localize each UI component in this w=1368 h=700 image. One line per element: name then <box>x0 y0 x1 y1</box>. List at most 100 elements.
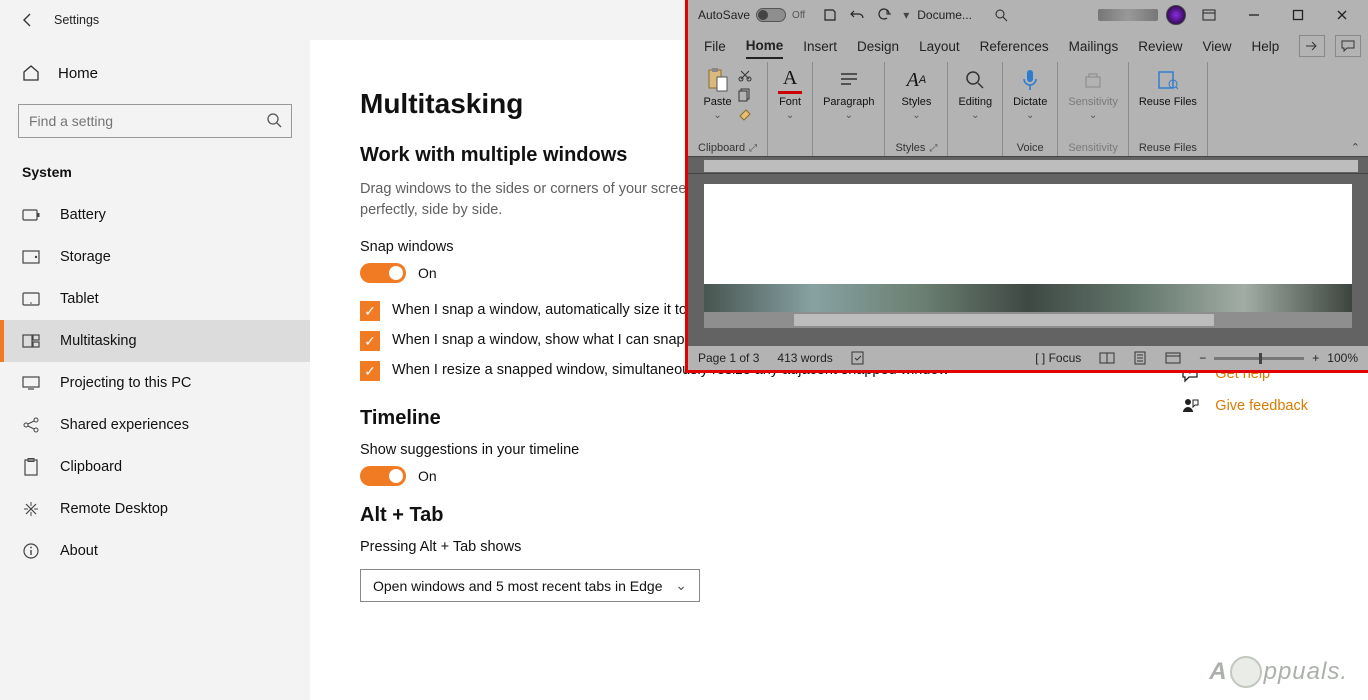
editing-button[interactable]: Editing ⌄ <box>958 66 992 121</box>
titlebar-search-icon[interactable] <box>994 8 1008 22</box>
paragraph-icon <box>837 66 861 94</box>
sidebar-item-remote[interactable]: Remote Desktop <box>0 488 310 530</box>
sidebar-item-battery[interactable]: Battery <box>0 194 310 236</box>
horizontal-scrollbar[interactable] <box>704 312 1352 328</box>
tab-insert[interactable]: Insert <box>803 35 837 58</box>
sidebar-section-heading: System <box>0 156 310 194</box>
tab-review[interactable]: Review <box>1138 35 1182 58</box>
maximize-button[interactable] <box>1276 0 1320 30</box>
word-ruler[interactable] <box>688 156 1368 174</box>
autosave-label: AutoSave <box>698 8 750 22</box>
reuse-files-group-label: Reuse Files <box>1139 140 1197 154</box>
web-layout-icon[interactable] <box>1165 352 1181 364</box>
sidebar-home-label: Home <box>58 65 98 82</box>
chevron-down-icon: ⌄ <box>912 110 920 121</box>
back-button[interactable] <box>6 0 50 40</box>
sensitivity-button: Sensitivity ⌄ <box>1068 66 1118 121</box>
font-label: Font <box>779 96 801 108</box>
comments-button[interactable] <box>1335 35 1361 57</box>
status-page[interactable]: Page 1 of 3 <box>698 351 759 365</box>
chevron-down-icon: ⌄ <box>786 110 794 121</box>
dictate-button[interactable]: Dictate ⌄ <box>1013 66 1047 121</box>
remote-icon <box>22 500 40 518</box>
autosave-control[interactable]: AutoSave Off <box>698 8 805 22</box>
ribbon-group-reuse: Reuse Files Reuse Files <box>1129 62 1208 156</box>
sidebar-item-label: About <box>60 543 98 559</box>
sidebar-item-projecting[interactable]: Projecting to this PC <box>0 362 310 404</box>
paste-button[interactable]: Paste ⌄ <box>703 66 731 121</box>
sensitivity-label: Sensitivity <box>1068 96 1118 108</box>
read-mode-icon[interactable] <box>1099 352 1115 364</box>
tab-view[interactable]: View <box>1202 35 1231 58</box>
font-icon: A <box>778 66 802 94</box>
alttab-dropdown[interactable]: Open windows and 5 most recent tabs in E… <box>360 569 700 602</box>
minimize-button[interactable] <box>1232 0 1276 30</box>
customize-qat-icon[interactable]: ▾ <box>903 8 909 22</box>
clipboard-icon <box>22 458 40 476</box>
chevron-down-icon: ⌄ <box>845 110 853 121</box>
focus-mode-button[interactable]: [ ] Focus <box>1035 351 1081 365</box>
tab-references[interactable]: References <box>980 35 1049 58</box>
copy-icon[interactable] <box>738 88 752 102</box>
snap-windows-toggle[interactable] <box>360 263 406 283</box>
about-icon <box>22 542 40 560</box>
sidebar-item-multitasking[interactable]: Multitasking <box>0 320 310 362</box>
sidebar-home[interactable]: Home <box>0 54 310 92</box>
sidebar-item-storage[interactable]: Storage <box>0 236 310 278</box>
sidebar-item-label: Storage <box>60 249 111 265</box>
settings-search-input[interactable] <box>18 104 292 138</box>
reuse-files-button[interactable]: Reuse Files <box>1139 66 1197 108</box>
status-words[interactable]: 413 words <box>777 351 832 365</box>
tab-help[interactable]: Help <box>1252 35 1280 58</box>
timeline-toggle[interactable] <box>360 466 406 486</box>
document-page <box>704 184 1352 284</box>
dialog-launcher-icon[interactable]: ⤢ <box>749 143 757 154</box>
tab-design[interactable]: Design <box>857 35 899 58</box>
undo-icon[interactable] <box>849 8 865 22</box>
reuse-files-label: Reuse Files <box>1139 96 1197 108</box>
zoom-out-icon[interactable]: − <box>1199 351 1206 365</box>
paste-icon <box>706 66 730 94</box>
alttab-dropdown-value: Open windows and 5 most recent tabs in E… <box>373 578 663 594</box>
settings-sidebar: Home System Battery Storage Tablet Mu <box>0 40 310 700</box>
tab-layout[interactable]: Layout <box>919 35 960 58</box>
save-icon[interactable] <box>823 8 837 22</box>
cut-icon[interactable] <box>738 68 752 82</box>
user-avatar[interactable] <box>1166 5 1186 25</box>
autosave-toggle[interactable] <box>756 8 786 22</box>
redo-icon[interactable] <box>877 8 891 22</box>
zoom-slider[interactable] <box>1214 357 1304 360</box>
settings-search-wrap <box>18 104 292 138</box>
collapse-ribbon-icon[interactable]: ⌃ <box>1351 141 1360 154</box>
print-layout-icon[interactable] <box>1133 351 1147 365</box>
editing-label: Editing <box>958 96 992 108</box>
font-button[interactable]: A Font ⌄ <box>778 66 802 121</box>
zoom-control[interactable]: − + 100% <box>1199 351 1358 365</box>
close-button[interactable] <box>1320 0 1364 30</box>
sidebar-item-clipboard[interactable]: Clipboard <box>0 446 310 488</box>
zoom-in-icon[interactable]: + <box>1312 351 1319 365</box>
paragraph-button[interactable]: Paragraph ⌄ <box>823 66 874 121</box>
watermark-text: ppuals. <box>1264 658 1348 686</box>
tab-file[interactable]: File <box>704 35 726 58</box>
sidebar-item-label: Multitasking <box>60 333 137 349</box>
user-name[interactable] <box>1098 9 1158 21</box>
tab-home[interactable]: Home <box>746 34 784 59</box>
sidebar-item-tablet[interactable]: Tablet <box>0 278 310 320</box>
tab-mailings[interactable]: Mailings <box>1069 35 1119 58</box>
paragraph-label: Paragraph <box>823 96 874 108</box>
share-button[interactable] <box>1299 35 1325 57</box>
format-painter-icon[interactable] <box>738 108 752 122</box>
sidebar-item-label: Shared experiences <box>60 417 189 433</box>
microphone-icon <box>1018 66 1042 94</box>
chevron-down-icon: ⌄ <box>1089 110 1097 121</box>
word-document-area[interactable] <box>688 174 1368 346</box>
sidebar-item-shared[interactable]: Shared experiences <box>0 404 310 446</box>
sidebar-item-about[interactable]: About <box>0 530 310 572</box>
give-feedback-link[interactable]: Give feedback <box>1181 397 1308 415</box>
dialog-launcher-icon[interactable]: ⤢ <box>929 143 937 154</box>
zoom-level[interactable]: 100% <box>1327 351 1358 365</box>
styles-button[interactable]: AA Styles ⌄ <box>901 66 931 121</box>
ribbon-display-icon[interactable] <box>1202 9 1216 21</box>
spellcheck-icon[interactable] <box>851 351 867 365</box>
